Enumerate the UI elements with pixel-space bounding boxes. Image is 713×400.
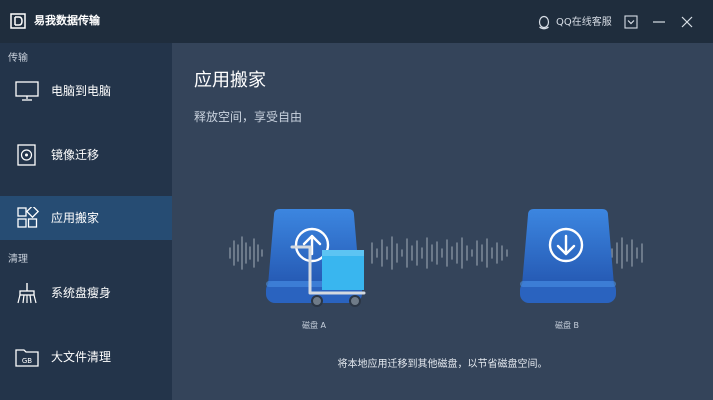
section-label-cleanup: 清理 — [8, 254, 28, 265]
sidebar-item-label: 大文件清理 — [51, 350, 112, 364]
section-label-transfer: 传输 — [8, 53, 28, 64]
soundwave-middle — [371, 236, 508, 270]
sidebar-item-label: 镜像迁移 — [51, 148, 100, 162]
dropdown-menu-icon[interactable] — [622, 13, 640, 31]
minimize-icon[interactable] — [650, 13, 668, 31]
sidebar-item-label: 系统盘瘦身 — [51, 286, 112, 300]
monitor-icon — [15, 81, 39, 101]
sidebar-item-system-slim[interactable]: 系统盘瘦身 — [0, 271, 172, 315]
page-subtitle: 释放空间，享受自由 — [194, 110, 303, 124]
broom-icon — [17, 283, 37, 304]
sidebar-item-pc-to-pc[interactable]: 电脑到电脑 — [0, 69, 172, 113]
sidebar-item-app-migration[interactable]: 应用搬家 — [0, 196, 172, 240]
app-logo-icon — [10, 13, 26, 29]
apps-grid-icon — [17, 207, 40, 228]
disk-a-label: 磁盘 A — [302, 321, 327, 330]
title-bar: 易我数据传输 QQ在线客服 — [0, 0, 713, 43]
main-panel: 应用搬家 释放空间，享受自由 磁盘 A 磁盘 B 将本地应用迁移到其他磁盘，以节… — [172, 43, 713, 400]
sidebar-item-large-file-cleanup[interactable]: GB 大文件清理 — [0, 335, 172, 379]
migration-illustration — [229, 209, 643, 307]
description-text: 将本地应用迁移到其他磁盘，以节省磁盘空间。 — [337, 359, 548, 370]
sidebar: 传输 电脑到电脑 镜像迁移 应用搬家 清理 系统盘瘦身 GB 大文件清理 — [0, 43, 172, 400]
svg-text:GB: GB — [22, 357, 32, 365]
sidebar-item-label: 应用搬家 — [51, 211, 100, 225]
disc-image-icon — [17, 144, 36, 166]
app-title: 易我数据传输 — [34, 14, 100, 27]
soundwave-right — [611, 237, 643, 269]
qq-support-link[interactable]: QQ在线客服 — [556, 15, 612, 31]
page-title: 应用搬家 — [194, 70, 266, 91]
sidebar-item-image-migration[interactable]: 镜像迁移 — [0, 133, 172, 177]
qq-icon[interactable] — [537, 15, 551, 31]
soundwave-left — [229, 236, 263, 270]
disk-b-label: 磁盘 B — [555, 321, 580, 330]
close-icon[interactable] — [678, 13, 696, 31]
gb-folder-icon: GB — [15, 349, 39, 367]
disk-b — [520, 209, 616, 303]
sidebar-item-label: 电脑到电脑 — [51, 84, 112, 98]
